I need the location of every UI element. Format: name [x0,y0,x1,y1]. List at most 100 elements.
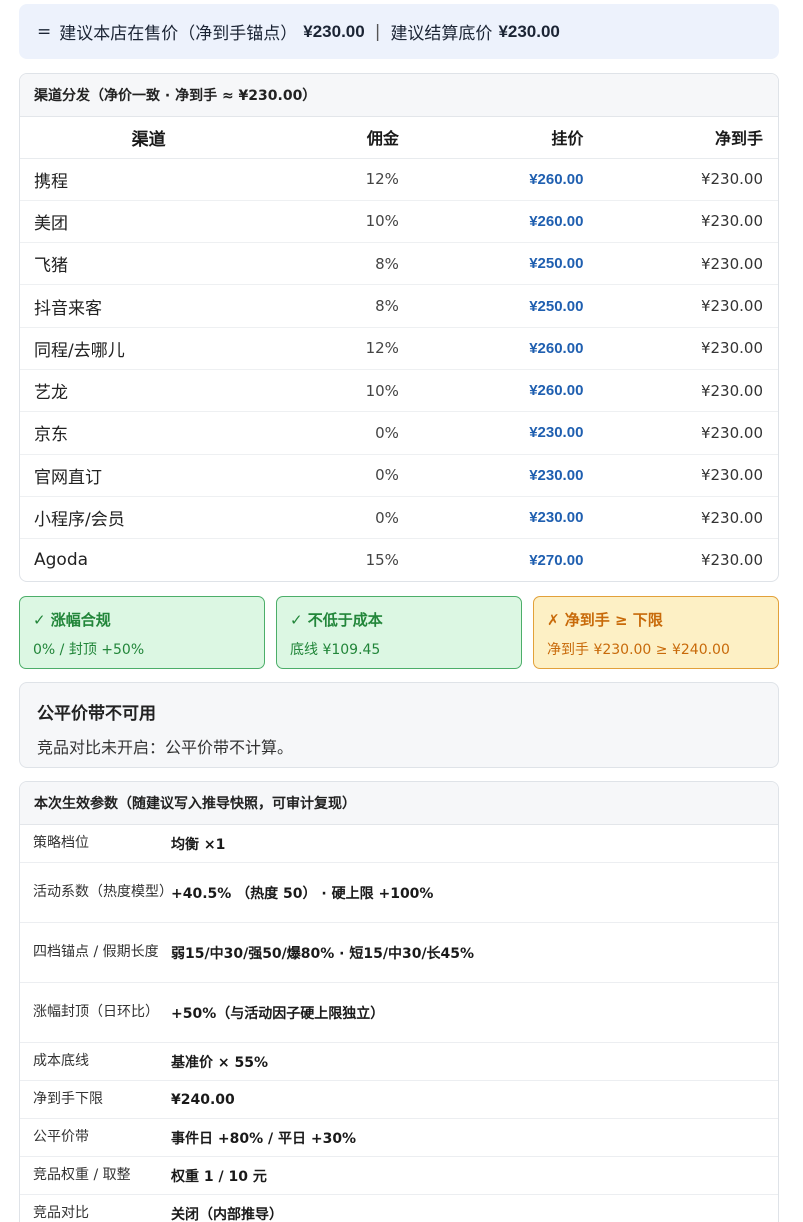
col-header-list-price: 挂价 [398,117,584,159]
check-net-floor: ✗ 净到手 ≥ 下限 净到手 ¥230.00 ≥ ¥240.00 [533,596,779,669]
channel-commission: 8% [277,284,399,328]
channel-commission: 10% [277,369,399,413]
channel-net: ¥230.00 [583,454,778,497]
table-row: 飞猪 8% ¥250.00 ¥230.00 [20,242,778,286]
settle-price-value: ¥230.00 [498,21,560,41]
check-increase-compliance: ✓ 涨幅合规 0% / 封顶 +50% [19,596,265,669]
fair-band-panel: 公平价带不可用 竞品对比未开启：公平价带不计算。 [19,682,779,768]
channel-commission: 8% [277,242,399,286]
check-detail: 0% / 封顶 +50% [33,642,145,658]
table-row: Agoda 15% ¥270.00 ¥230.00 [20,539,778,581]
channel-table-header: 渠道 佣金 挂价 净到手 [20,117,778,159]
param-value: ¥240.00 [171,1091,235,1108]
summary-separator: | [374,21,381,42]
param-value: +40.5% （热度 50） · 硬上限 +100% [171,885,434,902]
channel-card-title: 渠道分发（净价一致 · 净到手 ≈ ¥230.00） [20,74,778,117]
channel-list-price: ¥250.00 [398,242,584,286]
channel-name: 美团 [20,200,278,244]
param-row: 涨幅封顶（日环比） +50%（与活动因子硬上限独立） [20,983,778,1043]
channel-commission: 0% [277,454,399,497]
param-value: 权重 1 / 10 元 [171,1168,267,1185]
channel-net: ¥230.00 [583,242,778,286]
check-above-cost: ✓ 不低于成本 底线 ¥109.45 [276,596,522,669]
param-key: 四档锚点 / 假期长度 [33,944,159,960]
channel-name: Agoda [34,550,89,571]
check-title: ✗ 净到手 ≥ 下限 [547,611,663,629]
suggestion-summary: = 建议本店在售价（净到手锚点） ¥230.00 | 建议结算底价 ¥230.0… [19,4,779,59]
param-value: +50%（与活动因子硬上限独立） [171,1005,385,1022]
table-row: 艺龙 10% ¥260.00 ¥230.00 [20,369,778,413]
param-key: 活动系数（热度模型） [33,884,173,900]
channel-list-price: ¥270.00 [529,551,584,569]
param-value: 基准价 × 55% [171,1054,268,1071]
param-row: 活动系数（热度模型） +40.5% （热度 50） · 硬上限 +100% [20,863,778,923]
channel-name: 飞猪 [20,242,278,286]
param-value: 弱15/中30/强50/爆80% · 短15/中30/长45% [171,945,475,962]
param-row: 策略档位 均衡 ×1 [20,825,778,863]
check-detail: 净到手 ¥230.00 ≥ ¥240.00 [547,642,730,658]
col-header-commission: 佣金 [277,117,399,159]
settle-price-label: 建议结算底价 [390,24,493,44]
channel-name: 官网直订 [20,454,278,497]
channel-net: ¥230.00 [583,200,778,244]
store-price-label: 建议本店在售价（净到手锚点） [59,24,298,44]
store-price-value: ¥230.00 [303,21,365,41]
channel-name: 艺龙 [20,369,278,413]
channel-list-price: ¥230.00 [398,411,584,455]
channel-list-price: ¥260.00 [398,369,584,413]
table-row: 抖音来客 8% ¥250.00 ¥230.00 [20,284,778,328]
table-row: 同程/去哪儿 12% ¥260.00 ¥230.00 [20,327,778,370]
channel-net: ¥230.00 [583,369,778,413]
channel-commission: 0% [277,496,399,540]
check-title: ✓ 不低于成本 [290,611,383,629]
col-header-net: 净到手 [583,117,778,159]
channel-name: 携程 [20,158,278,201]
channel-net: ¥230.00 [583,496,778,540]
channel-list-price: ¥260.00 [398,158,584,201]
params-card-title: 本次生效参数（随建议写入推导快照，可审计复现） [20,782,778,825]
channel-commission: 15% [365,551,399,570]
param-row: 四档锚点 / 假期长度 弱15/中30/强50/爆80% · 短15/中30/长4… [20,923,778,983]
channel-name: 同程/去哪儿 [20,327,278,370]
table-row: 京东 0% ¥230.00 ¥230.00 [20,411,778,455]
param-row: 竞品对比 关闭（内部推导） [20,1195,778,1222]
channel-list-price: ¥230.00 [398,454,584,497]
effective-params-card: 本次生效参数（随建议写入推导快照，可审计复现） 策略档位 均衡 ×1 活动系数（热度… [19,781,779,1222]
channel-table: 渠道 佣金 挂价 净到手 携程 12% ¥260.00 ¥230.00 美团 10% ¥26… [20,117,778,581]
table-row: 小程序/会员 0% ¥230.00 ¥230.00 [20,496,778,540]
param-value: 事件日 +80% / 平日 +30% [171,1130,357,1147]
channel-list-price: ¥250.00 [398,284,584,328]
channel-net: ¥230.00 [583,284,778,328]
channel-list-price: ¥230.00 [398,496,584,540]
channel-commission: 10% [277,200,399,244]
fair-band-title: 公平价带不可用 [37,704,156,724]
param-row: 成本底线 基准价 × 55% [20,1043,778,1081]
channel-name: 抖音来客 [20,284,278,328]
fair-band-detail: 竞品对比未开启：公平价带不计算。 [37,738,294,757]
check-detail: 底线 ¥109.45 [290,642,381,658]
channel-name: 京东 [20,411,278,455]
channel-name: 小程序/会员 [20,496,278,540]
param-key: 竞品权重 / 取整 [33,1167,131,1183]
channel-distribution-card: 渠道分发（净价一致 · 净到手 ≈ ¥230.00） 渠道 佣金 挂价 净到手 … [19,73,779,582]
channel-commission: 0% [277,411,399,455]
param-key: 策略档位 [33,835,89,851]
channel-list-price: ¥260.00 [398,200,584,244]
param-value: 关闭（内部推导） [171,1206,283,1222]
params-list: 策略档位 均衡 ×1 活动系数（热度模型） +40.5% （热度 50） · 硬上限 … [20,825,778,1222]
param-row: 竞品权重 / 取整 权重 1 / 10 元 [20,1157,778,1195]
param-key: 涨幅封顶（日环比） [33,1004,159,1020]
param-value: 均衡 ×1 [171,836,226,853]
param-key: 竞品对比 [33,1205,89,1221]
channel-commission: 12% [277,158,399,201]
param-key: 公平价带 [33,1129,89,1145]
col-header-channel: 渠道 [20,117,278,159]
channel-commission: 12% [277,327,399,370]
channel-net: ¥230.00 [583,327,778,370]
table-row: 携程 12% ¥260.00 ¥230.00 [20,158,778,201]
channel-net: ¥230.00 [700,551,763,570]
channel-list-price: ¥260.00 [398,327,584,370]
check-title: ✓ 涨幅合规 [33,611,111,629]
channel-net: ¥230.00 [583,158,778,201]
param-row: 公平价带 事件日 +80% / 平日 +30% [20,1119,778,1157]
